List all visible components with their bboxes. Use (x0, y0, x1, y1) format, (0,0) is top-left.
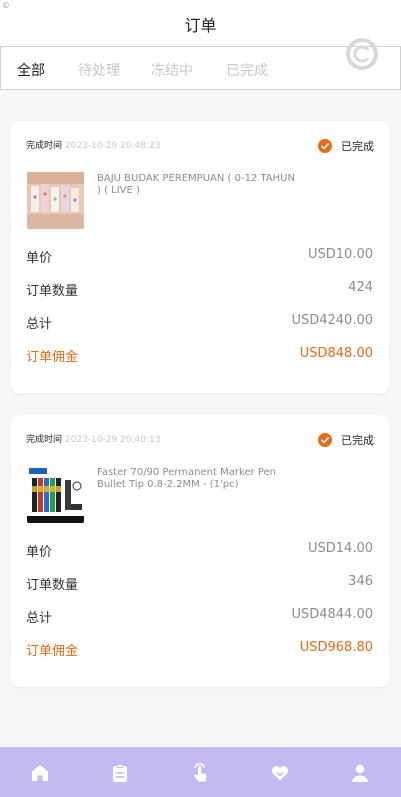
status-text: 已完成 (341, 140, 374, 153)
product-image (27, 172, 84, 229)
commission-value: USD968.80 (299, 640, 373, 655)
product-name: Faster 70/90 Permanent Marker Pen Bullet… (97, 467, 276, 490)
corner-mark: © (2, 1, 10, 10)
completed-time-label: 完成时间 (26, 141, 63, 151)
unit-price-label: 单价 (26, 545, 53, 560)
bottom-nav (0, 747, 401, 797)
status-badge: 已完成 (318, 138, 374, 154)
tab-completed[interactable]: 已完成 (226, 60, 268, 80)
commission-label: 订单佣金 (26, 350, 79, 365)
user-icon[interactable] (350, 763, 370, 783)
tab-pending[interactable]: 待处理 (78, 60, 120, 80)
commission-value: USD848.00 (299, 346, 373, 361)
completed-time-label: 完成时间 (26, 435, 63, 445)
total-value: USD4240.00 (291, 313, 373, 328)
quantity-label: 订单数量 (26, 578, 79, 593)
refresh-icon[interactable] (345, 37, 379, 71)
header: © 订单 (0, 0, 401, 46)
status-badge: 已完成 (318, 432, 374, 448)
product-name: BAJU BUDAK PEREMPUAN ( 0-12 TAHUN ) ( LI… (97, 173, 295, 196)
total-label: 总计 (26, 317, 53, 332)
product-image (27, 466, 84, 523)
total-label: 总计 (26, 611, 53, 626)
tap-hand-icon[interactable] (190, 763, 210, 783)
tab-all[interactable]: 全部 (17, 60, 45, 80)
order-tabs: 全部 待处理 冻结中 已完成 (0, 38, 401, 90)
quantity-label: 订单数量 (26, 284, 79, 299)
order-card[interactable]: 完成时间 2023-10-29 20:48:23 已完成 BAJU BUDAK … (11, 121, 389, 393)
check-circle-icon (318, 433, 332, 447)
unit-price-value: USD14.00 (308, 541, 373, 556)
home-icon[interactable] (30, 763, 50, 783)
tab-frozen[interactable]: 冻结中 (151, 60, 193, 80)
quantity-value: 346 (348, 574, 373, 589)
completed-time-value: 2023-10-29 20:48:23 (64, 141, 161, 151)
completed-time-value: 2023-10-29 20:40:13 (64, 435, 161, 445)
quantity-value: 424 (348, 280, 373, 295)
total-value: USD4844.00 (291, 607, 373, 622)
status-text: 已完成 (341, 434, 374, 447)
unit-price-value: USD10.00 (308, 247, 373, 262)
unit-price-label: 单价 (26, 251, 53, 266)
order-card[interactable]: 完成时间 2023-10-29 20:40:13 已完成 Faster 70/9… (11, 415, 389, 687)
page-title: 订单 (184, 16, 217, 35)
completed-time: 完成时间 2023-10-29 20:48:23 (26, 138, 160, 151)
commission-label: 订单佣金 (26, 644, 79, 659)
completed-time: 完成时间 2023-10-29 20:40:13 (26, 432, 160, 445)
check-circle-icon (318, 139, 332, 153)
clipboard-icon[interactable] (110, 763, 130, 783)
heart-icon[interactable] (270, 763, 290, 783)
